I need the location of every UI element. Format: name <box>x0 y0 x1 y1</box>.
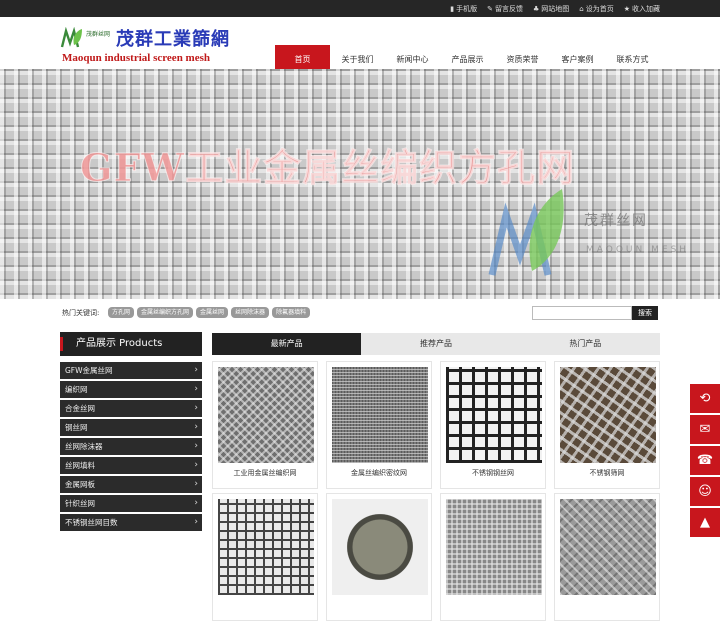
product-image[interactable] <box>332 499 428 595</box>
hot-tag[interactable]: 方孔网 <box>108 307 135 318</box>
site-header: 茂群丝网 茂群工業篩網 Maoqun industrial screen mes… <box>0 17 720 75</box>
sidebar-item[interactable]: 金属网板 › <box>60 476 202 493</box>
sidebar-title: 产品展示 Products <box>60 332 202 356</box>
hot-tag[interactable]: 除氟器填料 <box>272 307 311 318</box>
float-phone-button[interactable]: ☎ <box>690 446 720 475</box>
product-sidebar: 产品展示 Products GFW金属丝网 › 编织网 › 合金丝网 › 钢丝网 › 丝… <box>60 332 202 533</box>
product-card[interactable]: 工业用金属丝编织网 <box>212 361 318 489</box>
product-card[interactable]: 不锈钢钢丝网 <box>440 361 546 489</box>
chevron-right-icon: › <box>194 460 198 470</box>
chevron-right-icon: › <box>194 384 198 394</box>
sidebar-item[interactable]: 丝网除沫器 › <box>60 438 202 455</box>
home-icon: ⌂ <box>579 4 584 13</box>
product-card[interactable]: 金属丝编织密纹网 <box>326 361 432 489</box>
float-qq-button[interactable]: ☺ <box>690 477 720 506</box>
logo-small-text: 茂群丝网 <box>86 31 111 38</box>
chevron-right-icon: › <box>194 498 198 508</box>
top-link-sitemap[interactable]: ♣ 网站地图 <box>533 4 569 14</box>
tab-latest[interactable]: 最新产品 <box>212 333 362 355</box>
sidebar-item[interactable]: 不锈钢丝网目数 › <box>60 514 202 531</box>
product-image[interactable] <box>332 367 428 463</box>
hot-tag[interactable]: 丝网除沫器 <box>231 307 270 318</box>
sidebar-item[interactable]: 钢丝网 › <box>60 419 202 436</box>
hot-keywords-bar: 热门关键词: 方孔网 金属丝编织方孔网 金属丝网 丝网除沫器 除氟器填料 搜索 <box>60 305 660 321</box>
product-card[interactable] <box>440 493 546 621</box>
top-link-homepage[interactable]: ⌂ 设为首页 <box>579 4 613 14</box>
tab-popular[interactable]: 热门产品 <box>510 333 660 355</box>
hot-tag[interactable]: 金属丝编织方孔网 <box>137 307 194 318</box>
tab-recommended[interactable]: 推荐产品 <box>361 333 511 355</box>
sidebar-item[interactable]: 合金丝网 › <box>60 400 202 417</box>
logo[interactable]: 茂群丝网 茂群工業篩網 Maoqun industrial screen mes… <box>60 23 229 65</box>
wechat-icon: ✉ <box>699 422 711 437</box>
product-image[interactable] <box>218 367 314 463</box>
sidebar-item[interactable]: 丝网填料 › <box>60 457 202 474</box>
logo-chinese-name: 茂群工業篩網 <box>116 29 230 50</box>
top-icon: ▲ <box>700 515 710 530</box>
product-name[interactable]: 不锈钢钢丝网 <box>441 468 545 478</box>
product-tabs: 最新产品 推荐产品 热门产品 <box>212 333 660 355</box>
logo-leaf-icon <box>60 27 82 48</box>
product-card[interactable] <box>554 493 660 621</box>
top-bar: ▮ 手机版 ✎ 留言反馈 ♣ 网站地图 ⌂ 设为首页 ★ 收入加藏 <box>0 0 720 17</box>
product-image[interactable] <box>446 367 542 463</box>
hero-banner[interactable]: GFW工业金属丝编织方孔网 茂群丝网 MAOQUN MESH <box>0 69 720 299</box>
star-icon: ★ <box>623 4 630 13</box>
float-top-button[interactable]: ▲ <box>690 508 720 537</box>
sidebar-list: GFW金属丝网 › 编织网 › 合金丝网 › 钢丝网 › 丝网除沫器 › 丝网填料 › 金属… <box>60 362 202 531</box>
phone-icon: ☎ <box>696 453 714 468</box>
top-link-favorite[interactable]: ★ 收入加藏 <box>624 4 660 14</box>
product-image[interactable] <box>446 499 542 595</box>
product-image[interactable] <box>560 499 656 595</box>
search-button[interactable]: 搜索 <box>632 306 658 320</box>
qq-icon: ☺ <box>698 484 712 499</box>
hot-keyword-tags: 方孔网 金属丝编织方孔网 金属丝网 丝网除沫器 除氟器填料 <box>108 307 311 318</box>
search-input[interactable] <box>532 306 632 320</box>
sidebar-item[interactable]: 针织丝网 › <box>60 495 202 512</box>
product-image[interactable] <box>560 367 656 463</box>
product-name[interactable]: 金属丝编织密纹网 <box>327 468 431 478</box>
product-name[interactable]: 工业用金属丝编织网 <box>213 468 317 478</box>
sitemap-icon: ♣ <box>532 4 540 13</box>
banner-leaf-logo-icon <box>488 189 564 276</box>
mobile-icon: ▮ <box>450 4 455 13</box>
float-back-button[interactable]: ⟲ <box>690 384 720 413</box>
banner-title: GFW工业金属丝编织方孔网 <box>79 145 576 191</box>
banner-watermark-cn: 茂群丝网 <box>584 213 648 229</box>
hot-tag[interactable]: 金属丝网 <box>196 307 229 318</box>
message-icon: ✎ <box>487 4 493 13</box>
sidebar-item[interactable]: GFW金属丝网 › <box>60 362 202 379</box>
top-links: ▮ 手机版 ✎ 留言反馈 ♣ 网站地图 ⌂ 设为首页 ★ 收入加藏 <box>450 0 660 17</box>
product-name[interactable]: 不锈钢筛网 <box>555 468 659 478</box>
top-link-mobile[interactable]: ▮ 手机版 <box>450 4 477 14</box>
hot-keywords-label: 热门关键词: <box>62 309 100 317</box>
back-icon: ⟲ <box>699 391 711 406</box>
chevron-right-icon: › <box>194 441 198 451</box>
product-card[interactable] <box>212 493 318 621</box>
product-image[interactable] <box>218 499 314 595</box>
chevron-right-icon: › <box>194 479 198 489</box>
chevron-right-icon: › <box>194 403 198 413</box>
chevron-right-icon: › <box>194 365 198 375</box>
float-wechat-button[interactable]: ✉ <box>690 415 720 444</box>
product-card[interactable]: 不锈钢筛网 <box>554 361 660 489</box>
chevron-right-icon: › <box>194 517 198 527</box>
logo-english-name: Maoqun industrial screen mesh <box>62 52 211 64</box>
top-link-message[interactable]: ✎ 留言反馈 <box>487 4 523 14</box>
chevron-right-icon: › <box>194 422 198 432</box>
product-card[interactable] <box>326 493 432 621</box>
sidebar-item[interactable]: 编织网 › <box>60 381 202 398</box>
banner-watermark-en: MAOQUN MESH <box>586 245 690 255</box>
